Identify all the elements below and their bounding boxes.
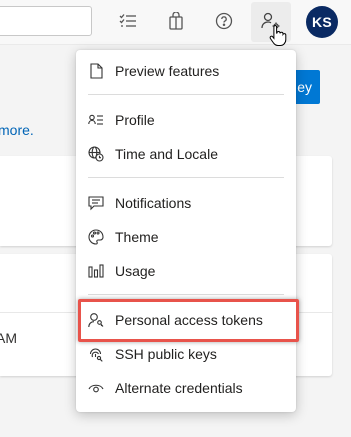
card-timestamp: AM — [0, 330, 17, 346]
menu-divider — [88, 94, 284, 95]
eye-icon — [88, 380, 104, 396]
menu-item-notifications[interactable]: Notifications — [76, 186, 296, 220]
menu-divider — [88, 294, 284, 295]
search-input[interactable] — [0, 6, 92, 36]
menu-item-label: Alternate credentials — [115, 380, 243, 396]
contact-card-icon — [88, 112, 104, 128]
menu-item-label: Preview features — [115, 63, 220, 79]
menu-item-theme[interactable]: Theme — [76, 220, 296, 254]
primary-button-label: ey — [297, 79, 312, 95]
bar-chart-icon — [88, 263, 104, 279]
menu-item-label: SSH public keys — [115, 346, 217, 362]
menu-item-label: Usage — [115, 263, 156, 279]
menu-divider — [88, 177, 284, 178]
document-icon — [88, 63, 104, 79]
comment-icon — [88, 195, 104, 211]
palette-icon — [88, 229, 104, 245]
avatar[interactable]: KS — [306, 6, 338, 38]
menu-item-label: Profile — [115, 112, 155, 128]
menu-item-label: Notifications — [115, 195, 192, 211]
learn-more-link[interactable]: more. — [0, 122, 34, 138]
fingerprint-key-icon — [88, 346, 104, 362]
menu-item-usage[interactable]: Usage — [76, 254, 296, 288]
hand-cursor-icon — [269, 25, 287, 46]
menu-item-profile[interactable]: Profile — [76, 103, 296, 137]
menu-item-label: Theme — [115, 229, 159, 245]
top-bar: KS — [0, 0, 351, 45]
user-settings-menu: Preview features Profile Time and Locale — [76, 50, 296, 412]
menu-item-label: Time and Locale — [115, 146, 218, 162]
menu-item-time-and-locale[interactable]: Time and Locale — [76, 137, 296, 171]
menu-item-preview-features[interactable]: Preview features — [76, 54, 296, 88]
task-list-icon[interactable] — [117, 10, 139, 32]
menu-item-alternate-credentials[interactable]: Alternate credentials — [76, 371, 296, 405]
help-icon[interactable] — [213, 10, 235, 32]
marketplace-bag-icon[interactable] — [165, 10, 187, 32]
highlight-box — [78, 299, 299, 342]
menu-item-ssh-public-keys[interactable]: SSH public keys — [76, 337, 296, 371]
globe-clock-icon — [88, 146, 104, 162]
